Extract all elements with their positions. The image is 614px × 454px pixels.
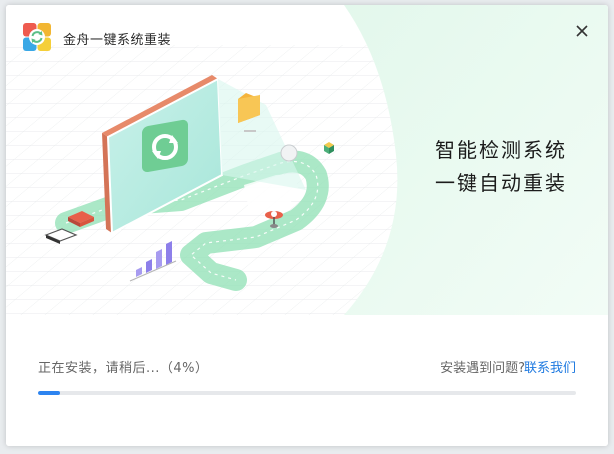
slogan-line-1: 智能检测系统 [435, 138, 567, 162]
app-logo-refresh-icon [23, 23, 51, 51]
install-progress-fill [38, 391, 60, 395]
install-status-text: 正在安装，请稍后...（4%） [38, 361, 209, 376]
close-icon[interactable] [572, 21, 592, 41]
install-status-panel: 正在安装，请稍后...（4%） 安装遇到问题? 联系我们 [6, 315, 608, 446]
window-title: 金舟一键系统重装 [63, 33, 172, 48]
installer-window: 金舟一键系统重装 智能检测系统 一键自动重装 正在安装，请稍后...（4%） 安… [6, 5, 608, 446]
issue-prompt: 安装遇到问题? [440, 361, 525, 376]
install-progress-bar [38, 391, 576, 395]
hero-banner: 金舟一键系统重装 智能检测系统 一键自动重装 [6, 5, 608, 315]
contact-us-link[interactable]: 联系我们 [524, 357, 576, 376]
slogan-line-2: 一键自动重装 [435, 171, 567, 195]
